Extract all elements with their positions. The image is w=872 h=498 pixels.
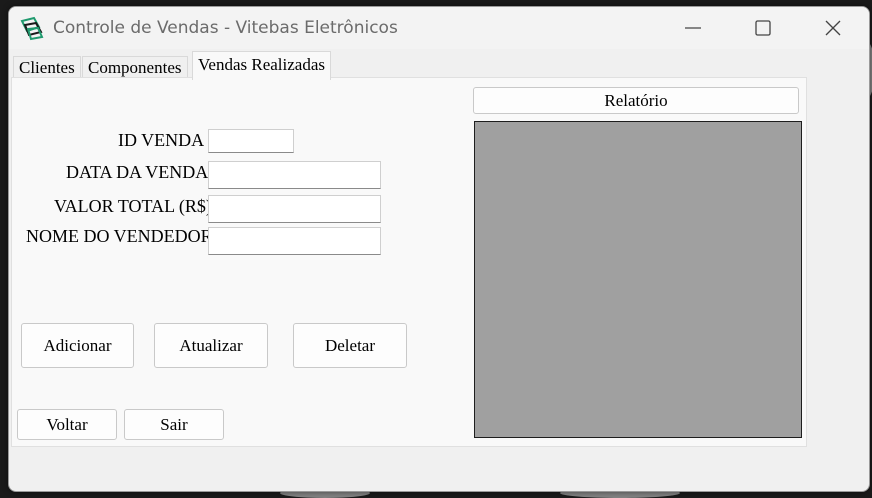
tab-vendas-realizadas[interactable]: Vendas Realizadas (192, 51, 331, 80)
tab-componentes[interactable]: Componentes (82, 56, 188, 79)
voltar-button[interactable]: Voltar (17, 409, 117, 440)
valor-total-label: VALOR TOTAL (R$) (54, 196, 210, 216)
nome-vendedor-label: NOME DO VENDEDOR (26, 226, 210, 246)
relatorio-button[interactable]: Relatório (473, 87, 799, 114)
atualizar-button[interactable]: Atualizar (154, 323, 268, 368)
id-venda-input[interactable] (208, 129, 294, 153)
deletar-button[interactable]: Deletar (293, 323, 407, 368)
title-bar[interactable]: Controle de Vendas - Vitebas Eletrônicos (9, 7, 869, 49)
maximize-icon (755, 20, 771, 36)
id-venda-label: ID VENDA (118, 130, 205, 150)
app-logo-icon (19, 15, 45, 41)
maximize-button[interactable] (739, 13, 787, 43)
sair-button[interactable]: Sair (124, 409, 224, 440)
adicionar-button[interactable]: Adicionar (21, 323, 134, 368)
main-window: Controle de Vendas - Vitebas Eletrônicos… (8, 6, 870, 492)
data-venda-label: DATA DA VENDA (66, 162, 209, 182)
vendas-panel: ID VENDA DATA DA VENDA VALOR TOTAL (R$) … (11, 77, 807, 447)
window-title: Controle de Vendas - Vitebas Eletrônicos (53, 18, 398, 38)
valor-total-input[interactable] (208, 195, 381, 223)
minimize-button[interactable] (669, 13, 717, 43)
close-button[interactable] (809, 13, 857, 43)
tab-clientes[interactable]: Clientes (13, 56, 81, 79)
data-venda-input[interactable] (208, 161, 381, 189)
nome-vendedor-input[interactable] (208, 227, 381, 255)
minimize-icon (685, 27, 701, 29)
relatorio-display-area[interactable] (474, 121, 802, 438)
close-icon (825, 20, 841, 36)
